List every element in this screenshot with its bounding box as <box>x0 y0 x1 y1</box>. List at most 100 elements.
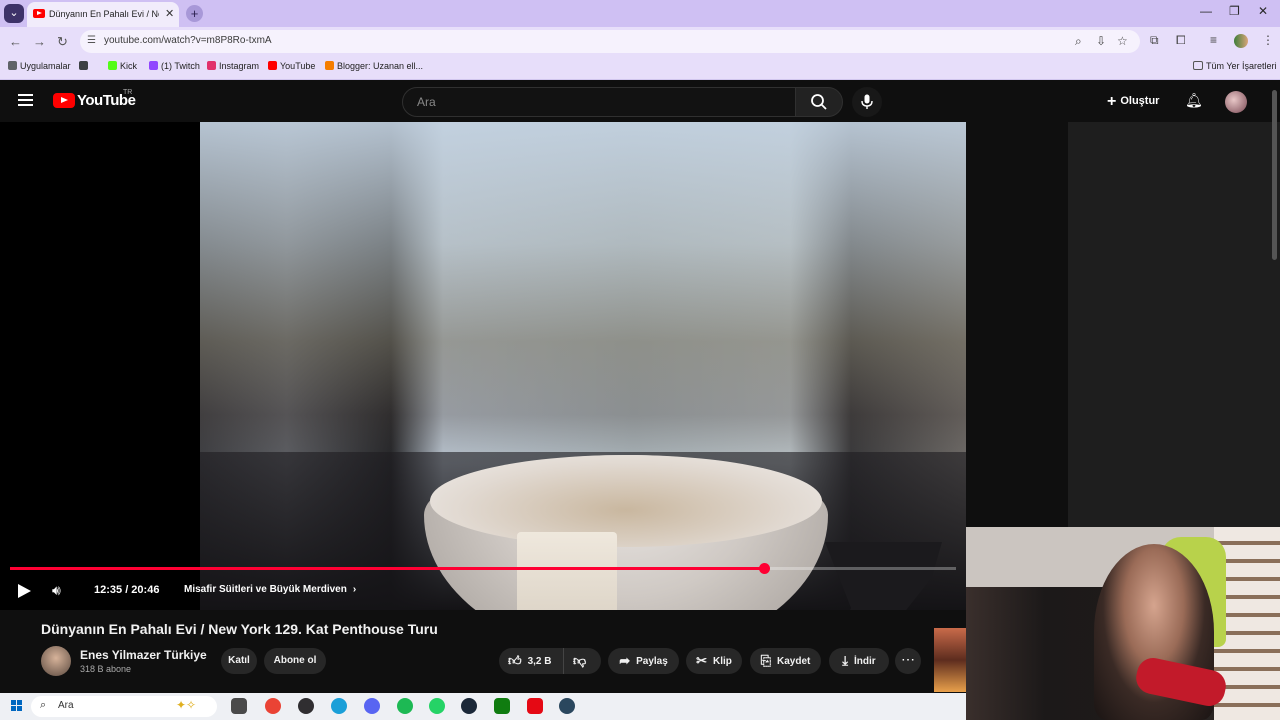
address-bar[interactable]: ☰ youtube.com/watch?v=m8P8Ro-txmA ⌕ ⇩ ☆ <box>80 30 1140 53</box>
tab-search-button[interactable]: ⌄ <box>4 4 24 23</box>
reload-icon[interactable]: ↻ <box>57 34 68 50</box>
volume-icon[interactable]: 🔊︎ <box>52 582 61 599</box>
progress-scrubber[interactable] <box>759 563 770 574</box>
chevron-right-icon: › <box>352 584 357 595</box>
plus-icon: + <box>1107 93 1117 110</box>
notifications-bell-icon[interactable]: 🔔︎ <box>1185 92 1203 109</box>
share-button[interactable]: ➦ Paylaş <box>608 648 679 674</box>
chapter-title[interactable]: Misafir Süitleri ve Büyük Merdiven › <box>184 584 356 595</box>
download-button[interactable]: ⤓ İndir <box>829 648 889 674</box>
forward-icon[interactable]: → <box>33 34 46 49</box>
download-icon: ⤓ <box>842 653 849 668</box>
bookmark-kick[interactable]: Kick <box>108 61 137 71</box>
clip-button[interactable]: ✂ Klip <box>686 648 742 674</box>
taskbar-search-icon: ⌕ <box>40 699 47 711</box>
discord-icon[interactable] <box>364 698 380 714</box>
search-button[interactable] <box>795 87 843 117</box>
all-bookmarks-folder[interactable]: Tüm Yer İşaretleri <box>1193 61 1277 71</box>
search-placeholder: Ara <box>417 95 436 109</box>
browser-tab-strip: ⌄ Dünyanın En Pahalı Evi / New Y ✕ + — ❐… <box>0 0 1280 27</box>
bookmark-apps[interactable]: Uygulamalar <box>8 61 71 71</box>
site-info-icon[interactable]: ☰ <box>87 35 96 46</box>
thumbs-up-icon: 👍︎ <box>508 653 522 668</box>
steam-2-icon[interactable] <box>559 698 575 714</box>
like-divider <box>563 648 564 674</box>
search-input[interactable]: Ara <box>402 87 796 117</box>
save-button[interactable]: ⎘ Kaydet <box>750 648 821 674</box>
bookmark-instagram[interactable]: Instagram <box>207 61 259 71</box>
youtube-logo-icon[interactable] <box>53 93 75 108</box>
dislike-button[interactable]: 👎︎ <box>573 648 592 675</box>
bookmark-twitch[interactable]: (1) Twitch <box>149 61 200 71</box>
spotify-icon[interactable] <box>397 698 413 714</box>
create-button[interactable]: + Oluştur <box>1107 93 1159 111</box>
voice-search-button[interactable] <box>852 87 882 117</box>
translate-icon[interactable]: ⧉ <box>1150 33 1159 48</box>
tab-title: Dünyanın En Pahalı Evi / New Y <box>49 9 159 19</box>
page-scrollbar[interactable] <box>1272 90 1277 260</box>
play-icon[interactable] <box>18 584 31 598</box>
edge-icon[interactable] <box>331 698 347 714</box>
windows-start-icon[interactable] <box>11 700 23 712</box>
subscriber-count: 318 B abone <box>80 664 132 674</box>
back-icon[interactable]: ← <box>9 34 22 49</box>
obs-icon[interactable] <box>298 698 314 714</box>
video-player[interactable]: 🔊︎ 12:35 / 20:46 Misafir Süitleri ve Büy… <box>0 122 966 610</box>
progress-played <box>10 567 764 570</box>
tab-close-icon[interactable]: ✕ <box>165 7 174 20</box>
scissors-icon: ✂ <box>696 653 707 668</box>
xbox-icon[interactable] <box>494 698 510 714</box>
bookmarks-bar: Uygulamalar Kick (1) Twitch Instagram Yo… <box>0 56 1280 80</box>
webcam-overlay <box>966 527 1280 720</box>
search-icon <box>811 94 827 110</box>
region-code: TR <box>123 89 133 96</box>
restore-icon[interactable]: ❐ <box>1229 4 1240 18</box>
youtube-header: YouTube TR Ara + Oluştur 🔔︎ <box>0 80 1280 122</box>
more-actions-icon[interactable]: ⋯ <box>895 648 921 674</box>
like-dislike-group: 👍︎ 3,2 B 👎︎ <box>499 648 601 674</box>
media-control-icon[interactable]: ≡ <box>1210 33 1217 47</box>
youtube-favicon-icon <box>33 9 45 18</box>
video-title: Dünyanın En Pahalı Evi / New York 129. K… <box>41 621 438 637</box>
whatsapp-icon[interactable] <box>429 698 445 714</box>
browser-tab[interactable]: Dünyanın En Pahalı Evi / New Y ✕ <box>27 2 179 27</box>
video-right-extension <box>1068 122 1280 527</box>
new-tab-button[interactable]: + <box>186 5 203 22</box>
extensions-icon[interactable]: ⧠ <box>1176 33 1186 48</box>
subscribe-button[interactable]: Abone ol <box>264 648 326 674</box>
recommended-thumbnail[interactable] <box>934 628 966 692</box>
join-button[interactable]: Katıl <box>221 648 257 674</box>
bookmark-grid-icon[interactable] <box>79 61 91 71</box>
video-towel <box>517 532 617 610</box>
like-button[interactable]: 👍︎ 3,2 B <box>508 648 552 675</box>
bookmark-blogger[interactable]: Blogger: Uzanan ell... <box>325 61 423 71</box>
chrome-icon[interactable] <box>265 698 281 714</box>
bookmark-youtube[interactable]: YouTube <box>268 61 315 71</box>
channel-name[interactable]: Enes Yilmazer Türkiye <box>80 648 207 662</box>
steam-icon[interactable] <box>461 698 477 714</box>
account-avatar[interactable] <box>1225 91 1247 113</box>
channel-avatar[interactable] <box>41 646 71 676</box>
windows-taskbar: ⌕ Ara ✦✧ <box>0 693 966 720</box>
task-view-icon[interactable] <box>231 698 247 714</box>
video-bathtub-rim <box>430 455 822 547</box>
minimize-icon[interactable]: — <box>1200 4 1212 18</box>
share-icon: ➦ <box>619 653 631 668</box>
browser-toolbar: ← → ↻ ☰ youtube.com/watch?v=m8P8Ro-txmA … <box>0 27 1280 56</box>
profile-avatar[interactable] <box>1234 34 1248 48</box>
chrome-menu-icon[interactable]: ⋮ <box>1262 33 1274 47</box>
microphone-icon <box>861 94 873 109</box>
menu-hamburger-icon[interactable] <box>18 94 33 109</box>
bookmark-star-icon[interactable]: ☆ <box>1117 34 1128 48</box>
taskbar-search-box[interactable]: ⌕ Ara ✦✧ <box>31 696 217 717</box>
zoom-icon[interactable]: ⌕ <box>1075 34 1082 49</box>
thumbs-down-icon: 👎︎ <box>573 653 587 668</box>
time-display: 12:35 / 20:46 <box>94 584 160 596</box>
install-app-icon[interactable]: ⇩ <box>1096 34 1106 48</box>
taskbar-search-text: Ara <box>58 700 74 711</box>
chapter-label: Misafir Süitleri ve Büyük Merdiven <box>184 584 347 595</box>
search-highlight-icon: ✦✧ <box>176 698 197 712</box>
netflix-icon[interactable] <box>527 698 543 714</box>
close-window-icon[interactable]: ✕ <box>1258 4 1268 18</box>
url-text[interactable]: youtube.com/watch?v=m8P8Ro-txmA <box>104 35 272 46</box>
